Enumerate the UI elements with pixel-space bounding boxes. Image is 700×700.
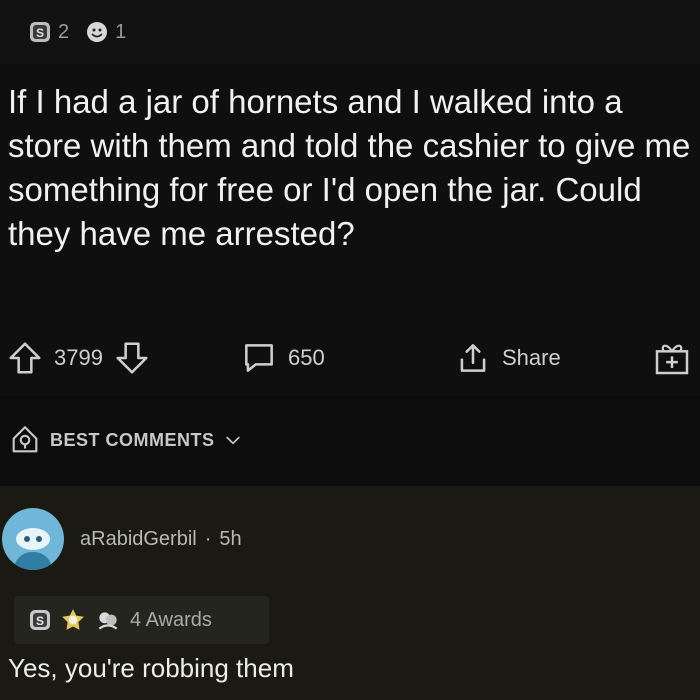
comment-count: 650 (288, 345, 325, 370)
comment-age: 5h (219, 528, 242, 550)
helpful-award-icon (62, 609, 84, 630)
comment-icon (245, 344, 273, 372)
wholesome-award-icon (87, 22, 108, 42)
sort-icon (12, 426, 38, 453)
comments-button[interactable]: 650 (240, 339, 325, 377)
sort-dropdown[interactable]: BEST COMMENTS (8, 423, 243, 457)
svg-text:S: S (36, 26, 44, 40)
avatar-body (14, 552, 52, 570)
post-header: S 2 1 (0, 0, 700, 64)
avatar-eye (36, 536, 42, 542)
post-awards[interactable]: S 2 1 (28, 20, 136, 44)
share-icon (460, 344, 486, 372)
silver-award-icon: S (30, 610, 50, 630)
sort-label: BEST COMMENTS (50, 429, 215, 450)
comment-username[interactable]: aRabidGerbil (80, 528, 197, 550)
avatar-eye (24, 536, 30, 542)
add-award-icon (655, 344, 689, 375)
comment-body: Yes, you're robbing them (8, 653, 294, 683)
awards-count-label: 4 Awards (130, 608, 212, 631)
comment-awards[interactable]: S 4 Awards (14, 596, 269, 644)
silver-award-icon: S (30, 22, 50, 42)
downvote-icon[interactable] (113, 339, 151, 377)
hugz-award-icon (98, 612, 118, 630)
comment-meta: aRabidGerbil · 5h (80, 528, 242, 551)
give-award-button[interactable] (652, 338, 692, 378)
share-button[interactable]: Share (454, 339, 561, 377)
avatar[interactable] (2, 508, 64, 570)
chevron-down-icon (225, 436, 240, 445)
svg-text:S: S (36, 614, 44, 628)
meta-separator: · (204, 528, 212, 550)
post-title[interactable]: If I had a jar of hornets and I walked i… (8, 80, 693, 256)
silver-award-count: 2 (58, 20, 70, 43)
vote-count: 3799 (54, 345, 103, 370)
post-actions: 3799 650 Share (0, 336, 700, 380)
upvote-icon[interactable] (6, 339, 44, 377)
vote-control: 3799 (6, 339, 151, 377)
avatar-face (16, 528, 50, 550)
wholesome-award-count: 1 (115, 20, 127, 43)
share-label: Share (502, 345, 561, 370)
